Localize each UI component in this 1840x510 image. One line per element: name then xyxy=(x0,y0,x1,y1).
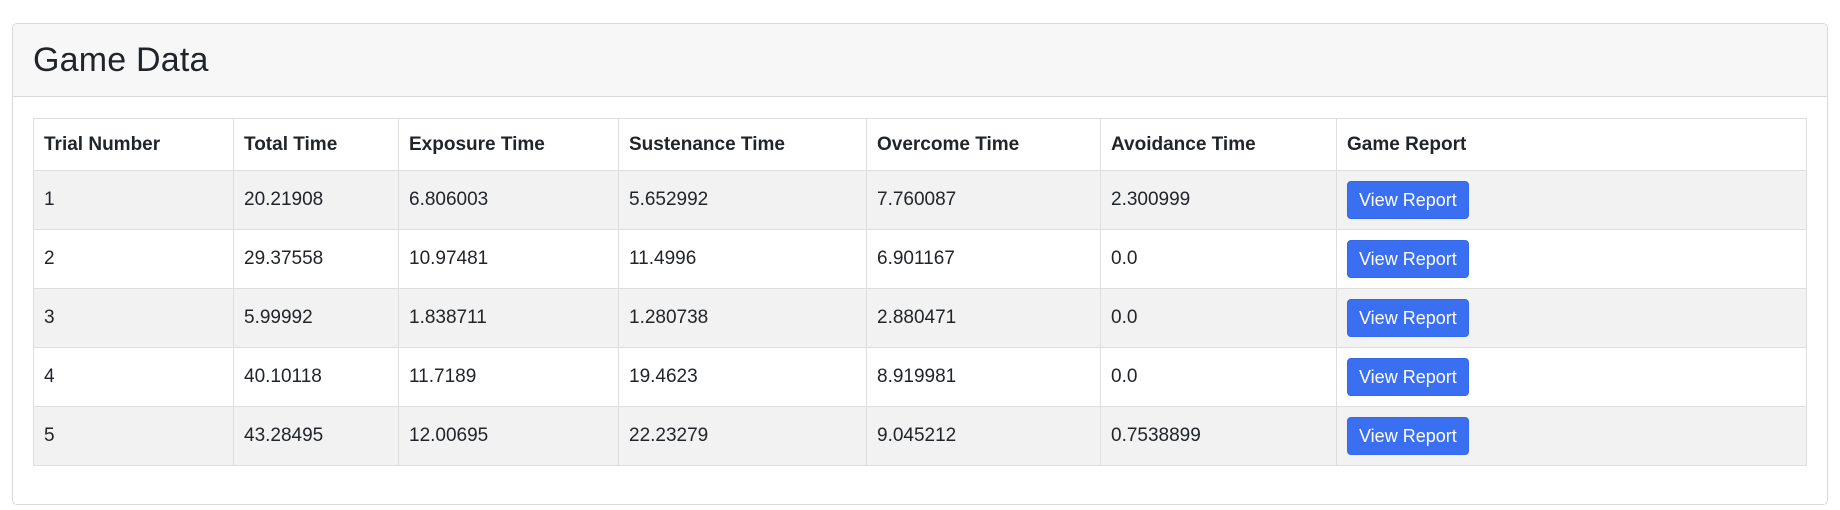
cell-avoidance-time: 2.300999 xyxy=(1100,170,1337,230)
cell-sustenance-time: 11.4996 xyxy=(618,229,867,289)
cell-sustenance-time: 5.652992 xyxy=(618,170,867,230)
cell-game-report: View Report xyxy=(1336,229,1807,289)
game-data-table: Trial Number Total Time Exposure Time Su… xyxy=(33,118,1807,466)
cell-exposure-time: 10.97481 xyxy=(398,229,619,289)
cell-exposure-time: 6.806003 xyxy=(398,170,619,230)
cell-total-time: 43.28495 xyxy=(233,406,399,466)
cell-total-time: 5.99992 xyxy=(233,288,399,348)
table-row: 1 20.21908 6.806003 5.652992 7.760087 2.… xyxy=(33,170,1807,230)
cell-total-time: 40.10118 xyxy=(233,347,399,407)
cell-total-time: 29.37558 xyxy=(233,229,399,289)
cell-exposure-time: 12.00695 xyxy=(398,406,619,466)
cell-avoidance-time: 0.0 xyxy=(1100,288,1337,348)
cell-sustenance-time: 1.280738 xyxy=(618,288,867,348)
cell-avoidance-time: 0.0 xyxy=(1100,347,1337,407)
cell-exposure-time: 1.838711 xyxy=(398,288,619,348)
cell-overcome-time: 7.760087 xyxy=(866,170,1101,230)
cell-trial-number: 5 xyxy=(33,406,234,466)
cell-sustenance-time: 22.23279 xyxy=(618,406,867,466)
view-report-button[interactable]: View Report xyxy=(1347,358,1469,396)
game-data-card: Game Data Trial Number Total Time Exposu… xyxy=(12,23,1828,505)
column-header-trial-number: Trial Number xyxy=(33,118,234,171)
page-title: Game Data xyxy=(33,40,209,79)
cell-game-report: View Report xyxy=(1336,170,1807,230)
cell-overcome-time: 6.901167 xyxy=(866,229,1101,289)
table-header-row: Trial Number Total Time Exposure Time Su… xyxy=(33,118,1807,171)
cell-game-report: View Report xyxy=(1336,406,1807,466)
cell-avoidance-time: 0.7538899 xyxy=(1100,406,1337,466)
cell-overcome-time: 2.880471 xyxy=(866,288,1101,348)
table-row: 3 5.99992 1.838711 1.280738 2.880471 0.0… xyxy=(33,288,1807,348)
cell-overcome-time: 9.045212 xyxy=(866,406,1101,466)
cell-trial-number: 3 xyxy=(33,288,234,348)
column-header-avoidance-time: Avoidance Time xyxy=(1100,118,1337,171)
view-report-button[interactable]: View Report xyxy=(1347,299,1469,337)
cell-trial-number: 1 xyxy=(33,170,234,230)
card-header: Game Data xyxy=(13,24,1827,97)
card-body: Trial Number Total Time Exposure Time Su… xyxy=(33,118,1807,466)
cell-overcome-time: 8.919981 xyxy=(866,347,1101,407)
cell-sustenance-time: 19.4623 xyxy=(618,347,867,407)
cell-trial-number: 2 xyxy=(33,229,234,289)
column-header-game-report: Game Report xyxy=(1336,118,1807,171)
column-header-total-time: Total Time xyxy=(233,118,399,171)
cell-trial-number: 4 xyxy=(33,347,234,407)
cell-game-report: View Report xyxy=(1336,347,1807,407)
table-row: 5 43.28495 12.00695 22.23279 9.045212 0.… xyxy=(33,406,1807,466)
cell-game-report: View Report xyxy=(1336,288,1807,348)
view-report-button[interactable]: View Report xyxy=(1347,181,1469,219)
view-report-button[interactable]: View Report xyxy=(1347,240,1469,278)
column-header-overcome-time: Overcome Time xyxy=(866,118,1101,171)
cell-total-time: 20.21908 xyxy=(233,170,399,230)
table-header: Trial Number Total Time Exposure Time Su… xyxy=(33,118,1807,171)
table-row: 2 29.37558 10.97481 11.4996 6.901167 0.0… xyxy=(33,229,1807,289)
column-header-exposure-time: Exposure Time xyxy=(398,118,619,171)
column-header-sustenance-time: Sustenance Time xyxy=(618,118,867,171)
table-body: 1 20.21908 6.806003 5.652992 7.760087 2.… xyxy=(33,170,1807,466)
cell-exposure-time: 11.7189 xyxy=(398,347,619,407)
view-report-button[interactable]: View Report xyxy=(1347,417,1469,455)
cell-avoidance-time: 0.0 xyxy=(1100,229,1337,289)
table-row: 4 40.10118 11.7189 19.4623 8.919981 0.0 … xyxy=(33,347,1807,407)
